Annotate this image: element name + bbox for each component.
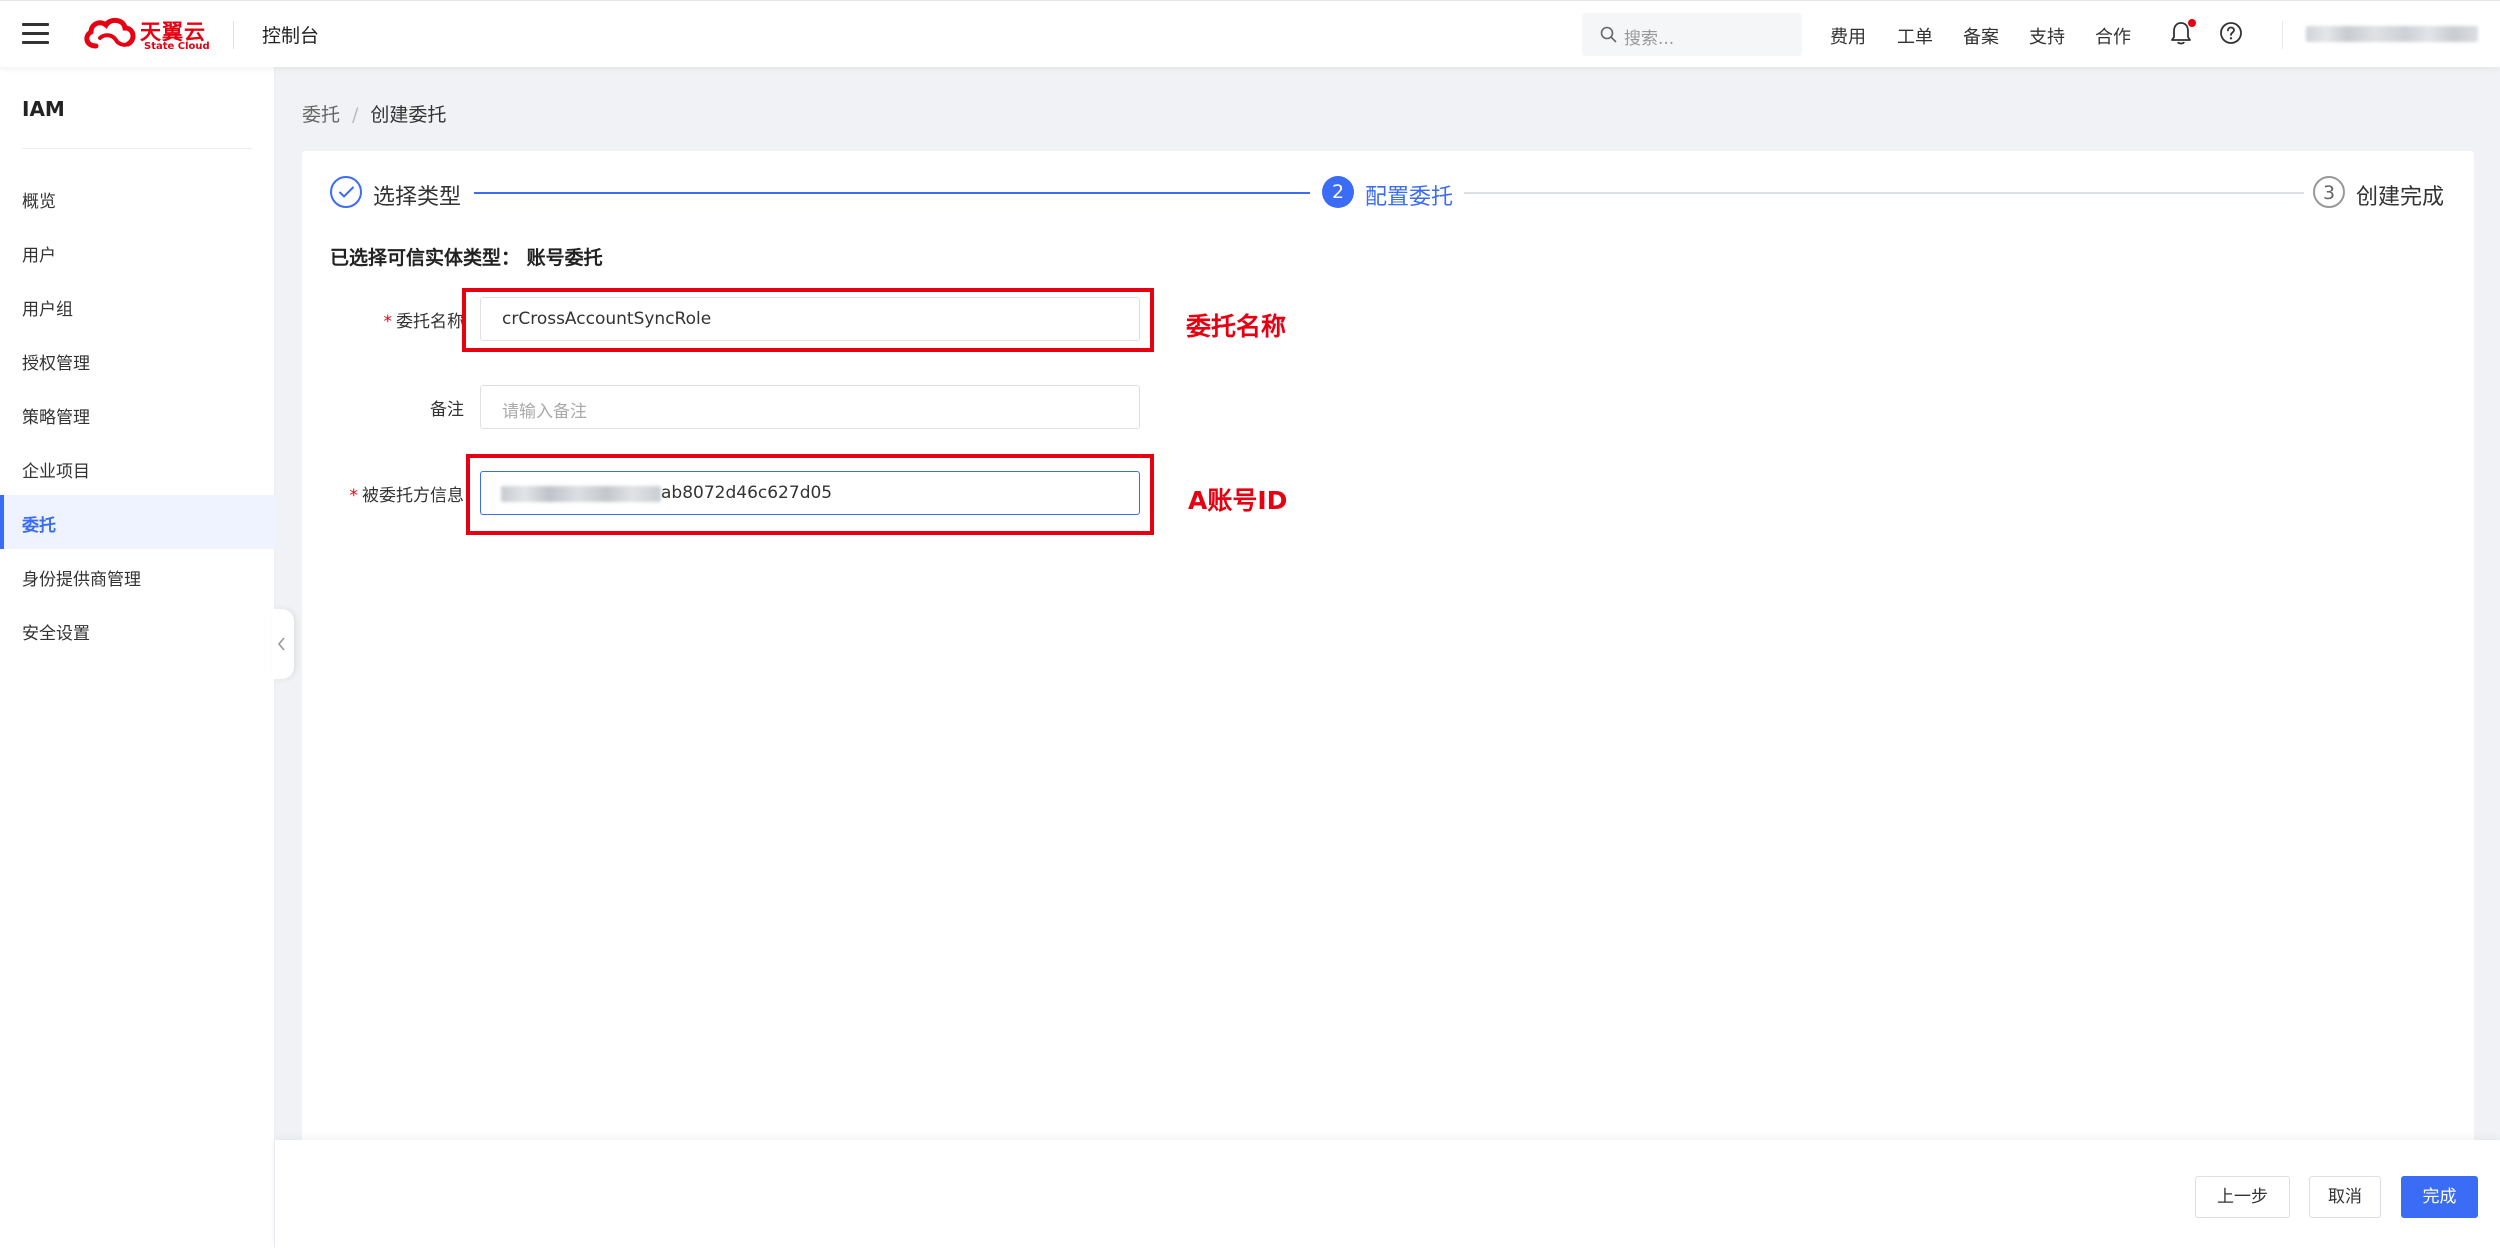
step-label: 配置委托: [1365, 185, 1454, 210]
selected-entity-type: 已选择可信实体类型： 账号委托: [330, 247, 603, 269]
sidebar-item-label: 委托: [22, 516, 56, 536]
nav-link-filing[interactable]: 备案: [1963, 23, 1999, 49]
annotation-label-account: A账号ID: [1188, 486, 1288, 515]
search-placeholder: 搜索...: [1624, 29, 1675, 49]
sidebar-item-enterprise-projects[interactable]: 企业项目: [0, 441, 275, 495]
console-title[interactable]: 控制台: [262, 21, 319, 48]
nav-link-tickets[interactable]: 工单: [1897, 23, 1933, 49]
nav-link-partner[interactable]: 合作: [2095, 23, 2131, 49]
breadcrumb: 委托 / 创建委托: [302, 100, 446, 127]
sidebar-item-label: 用户组: [22, 300, 73, 320]
menu-icon[interactable]: [22, 23, 49, 45]
sidebar: IAM 概览 用户 用户组 授权管理 策略管理 企业项目 委托 身份提供商管理 …: [0, 67, 275, 1248]
previous-step-button[interactable]: 上一步: [2195, 1176, 2290, 1218]
sidebar-item-label: 用户: [22, 246, 56, 266]
brand-logo[interactable]: 天翼云 State Cloud: [82, 14, 214, 54]
header-divider-right: [2282, 21, 2283, 49]
remark-input[interactable]: 请输入备注: [480, 385, 1140, 429]
sidebar-item-policies[interactable]: 策略管理: [0, 387, 275, 441]
sidebar-item-label: 企业项目: [22, 462, 90, 482]
finish-button[interactable]: 完成: [2401, 1176, 2478, 1218]
sidebar-item-user-groups[interactable]: 用户组: [0, 279, 275, 333]
chevron-left-icon: [277, 637, 285, 651]
nav-link-support[interactable]: 支持: [2029, 23, 2065, 49]
sidebar-item-security-settings[interactable]: 安全设置: [0, 603, 275, 657]
remark-placeholder: 请输入备注: [502, 402, 587, 422]
sidebar-item-delegation[interactable]: 委托: [0, 495, 275, 549]
footer-actions: 上一步 取消 完成: [275, 1140, 2500, 1248]
cancel-button[interactable]: 取消: [2309, 1176, 2381, 1218]
nav-link-fees[interactable]: 费用: [1830, 23, 1866, 49]
annotation-highlight-box-name: [462, 288, 1154, 352]
create-delegation-card: 选择类型 2 配置委托 3 创建完成 已选择可信实体类型： 账号委托 * 委托名称…: [302, 151, 2474, 1141]
annotation-highlight-box-account: [466, 454, 1154, 535]
sidebar-divider: [22, 148, 252, 149]
step-connector-done: [474, 192, 1310, 194]
breadcrumb-separator: /: [352, 104, 359, 126]
sidebar-item-label: 安全设置: [22, 624, 90, 644]
step-label: 创建完成: [2356, 185, 2445, 210]
sidebar-item-authorization[interactable]: 授权管理: [0, 333, 275, 387]
breadcrumb-current: 创建委托: [370, 104, 447, 126]
search-icon: [1600, 26, 1617, 43]
sidebar-item-label: 概览: [22, 192, 56, 212]
step-label: 选择类型: [373, 185, 462, 210]
annotation-label-name: 委托名称: [1186, 312, 1287, 341]
search-input[interactable]: 搜索...: [1582, 13, 1802, 56]
sidebar-item-overview[interactable]: 概览: [0, 171, 275, 225]
notification-dot: [2188, 19, 2196, 27]
trustee-info-label: * 被委托方信息: [349, 486, 465, 506]
top-bar: 天翼云 State Cloud 控制台 搜索... 费用 工单 备案 支持 合作: [0, 0, 2500, 67]
sidebar-item-identity-providers[interactable]: 身份提供商管理: [0, 549, 275, 603]
account-name-redacted[interactable]: [2306, 26, 2478, 42]
brand-name-en: State Cloud: [144, 41, 210, 52]
cloud-logo-icon: [84, 18, 136, 49]
step-number: 2: [1322, 176, 1354, 208]
sidebar-item-label: 授权管理: [22, 354, 90, 374]
step-done-badge: [330, 176, 362, 208]
sidebar-item-users[interactable]: 用户: [0, 225, 275, 279]
sidebar-item-label: 策略管理: [22, 408, 90, 428]
delegation-name-label: * 委托名称: [383, 312, 465, 332]
step-number: 3: [2313, 176, 2345, 208]
step-connector-pending: [1464, 192, 2304, 194]
breadcrumb-parent[interactable]: 委托: [302, 104, 340, 126]
check-icon: [338, 186, 355, 198]
sidebar-collapse-handle[interactable]: [272, 609, 294, 679]
sidebar-title: IAM: [22, 97, 65, 121]
sidebar-item-label: 身份提供商管理: [22, 570, 141, 590]
help-icon[interactable]: [2219, 21, 2243, 45]
header-divider: [233, 21, 234, 49]
remark-label: 备注: [430, 400, 464, 420]
